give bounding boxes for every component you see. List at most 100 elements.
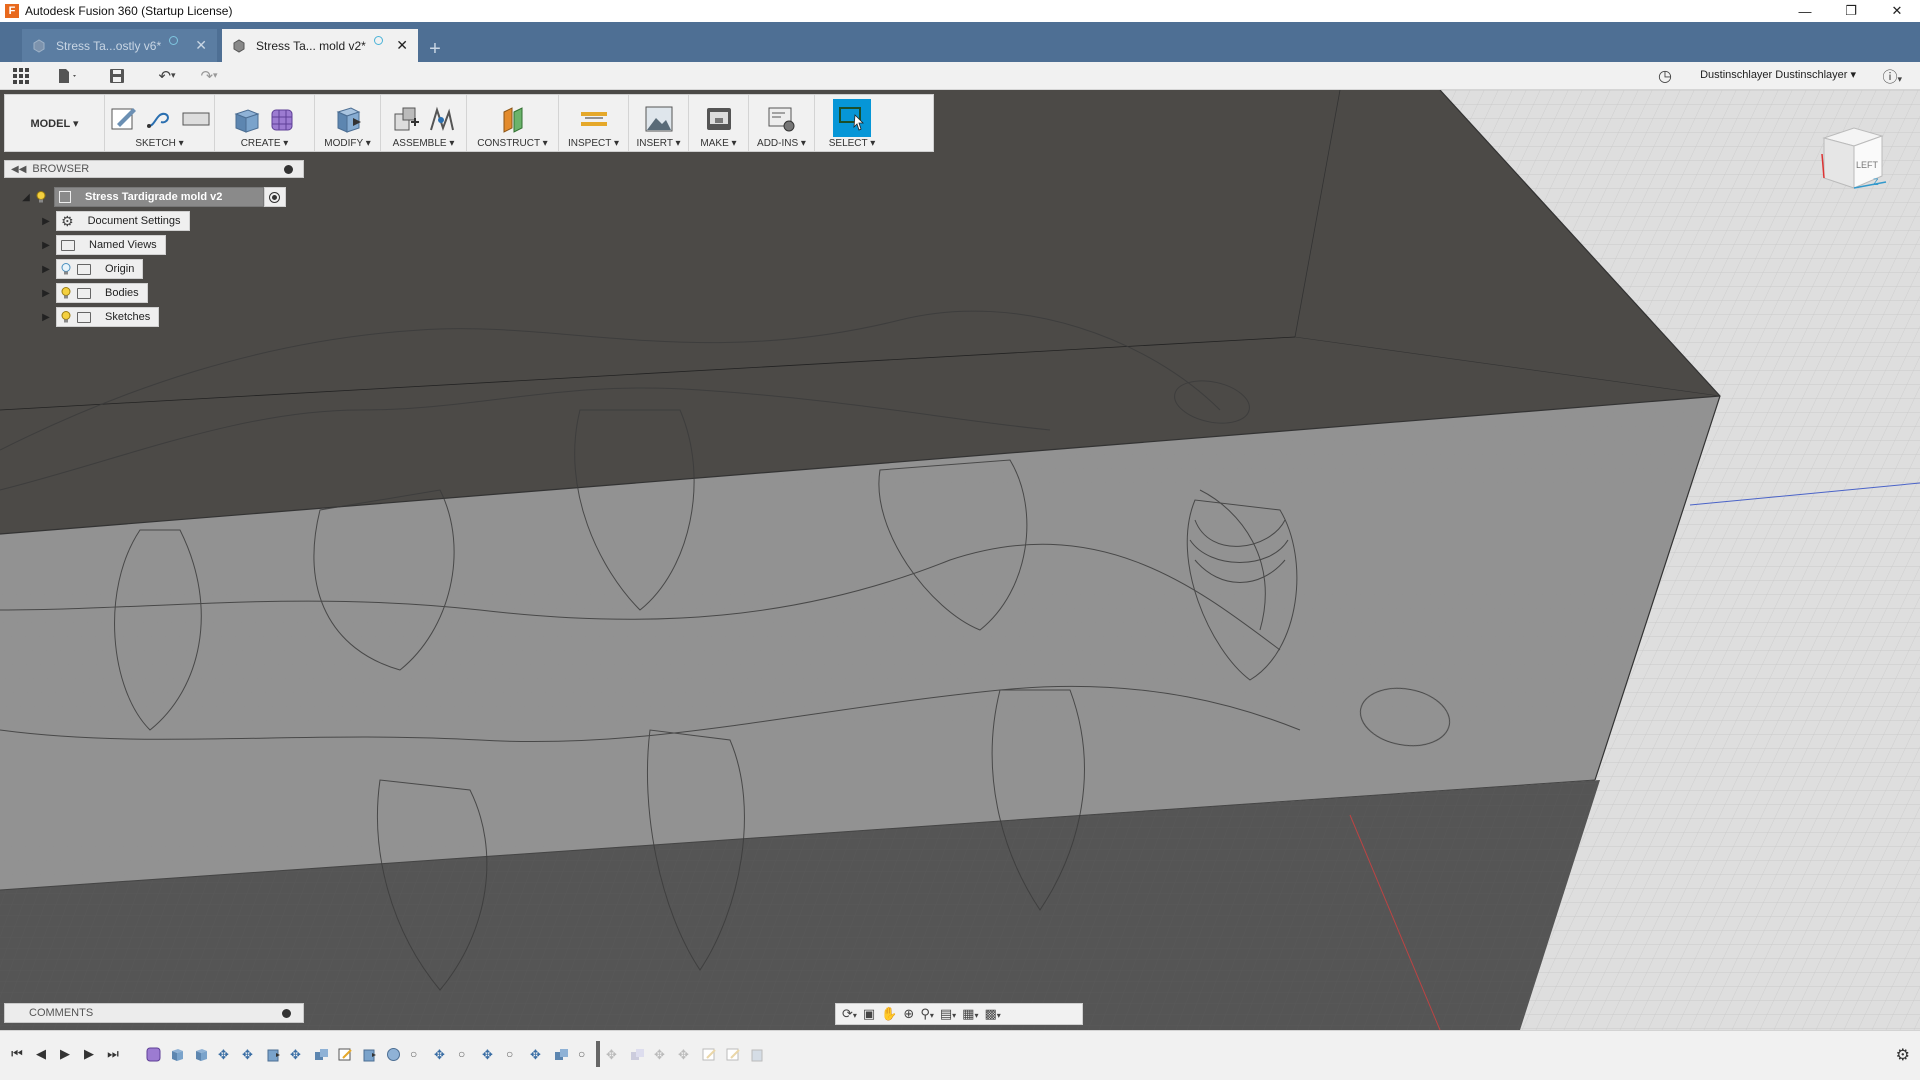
timeline-joint-feature-icon[interactable]: ○ [458,1047,473,1062]
timeline-joint-feature-icon[interactable]: ○ [578,1047,593,1062]
tab-close-icon[interactable]: ✕ [396,37,408,54]
zoom-icon[interactable]: ⊕ [903,1006,914,1022]
assemble-menu[interactable]: ASSEMBLE ▾ [393,138,455,149]
pin-icon[interactable] [282,1008,291,1018]
timeline-extrude-feature-icon[interactable] [170,1047,185,1062]
help-icon[interactable]: ⓘ▾ [1882,66,1902,87]
sketch-menu[interactable]: SKETCH ▾ [135,138,183,149]
undo-icon[interactable]: ↶ ▾ [150,65,184,87]
offset-plane-icon[interactable] [498,104,528,134]
form-icon[interactable] [268,104,298,134]
timeline-move-feature-icon[interactable]: ✥ [482,1047,497,1062]
measure-icon[interactable] [579,104,609,134]
visibility-bulb-icon[interactable] [61,311,71,323]
visibility-bulb-icon[interactable] [61,287,71,299]
select-icon[interactable] [833,99,871,137]
construct-menu[interactable]: CONSTRUCT ▾ [477,138,547,149]
inspect-menu[interactable]: INSPECT ▾ [568,138,619,149]
timeline-suppressed-move-icon[interactable]: ✥ [654,1047,669,1062]
browser-panel-header[interactable]: ◀◀ BROWSER [4,160,304,178]
create-sketch-icon[interactable] [109,104,139,134]
select-menu[interactable]: SELECT ▾ [829,138,876,149]
timeline-sphere-feature-icon[interactable] [386,1047,401,1062]
modify-menu[interactable]: MODIFY ▾ [324,138,371,149]
activate-radio-icon[interactable] [264,187,286,207]
timeline-joint-feature-icon[interactable]: ○ [410,1047,425,1062]
sketch-line-icon[interactable] [145,104,175,134]
expand-triangle-icon[interactable]: ▶ [40,240,52,251]
timeline-press-pull-feature-icon[interactable] [266,1047,281,1062]
go-to-end-icon[interactable]: ⏭ [104,1045,122,1063]
display-settings-icon[interactable]: ▤▾ [940,1006,956,1022]
joint-icon[interactable] [427,104,457,134]
timeline-suppressed-sketch-icon[interactable] [726,1047,741,1062]
3d-print-icon[interactable] [704,104,734,134]
data-panel-grid-icon[interactable] [10,65,32,87]
close-icon[interactable]: ✕ [1874,0,1920,22]
timeline-form-feature-icon[interactable] [146,1047,161,1062]
scripts-addins-icon[interactable] [767,104,797,134]
timeline-suppressed-move-icon[interactable]: ✥ [678,1047,693,1062]
pin-icon[interactable] [284,164,293,174]
workspace-switcher[interactable]: MODEL ▾ [5,95,105,151]
new-tab-button[interactable]: + [422,36,448,62]
document-tab-1[interactable]: Stress Ta...ostly v6* ✕ [22,29,217,62]
job-status-clock-icon[interactable]: ◷ [1658,66,1672,86]
minimize-icon[interactable]: — [1782,0,1828,22]
user-account-menu[interactable]: Dustinschlayer Dustinschlayer ▾ [1700,68,1856,81]
restore-icon[interactable]: ❐ [1828,0,1874,22]
comments-panel-header[interactable]: COMMENTS [4,1003,304,1023]
browser-item-sketches[interactable]: ▶ Sketches [40,307,160,327]
orbit-icon[interactable]: ⟳▾ [842,1006,857,1022]
timeline-suppressed-sketch-icon[interactable] [702,1047,717,1062]
pan-hand-icon[interactable]: ✋ [881,1006,897,1022]
expand-triangle-icon[interactable]: ▶ [40,288,52,299]
new-component-icon[interactable] [391,104,421,134]
redo-icon[interactable]: ↷ ▾ [192,65,226,87]
browser-item-named-views[interactable]: ▶ Named Views [40,235,166,255]
insert-menu[interactable]: INSERT ▾ [636,138,680,149]
browser-item-bodies[interactable]: ▶ Bodies [40,283,148,303]
timeline-move-feature-icon[interactable]: ✥ [242,1047,257,1062]
timeline-suppressed-combine-icon[interactable] [630,1047,645,1062]
insert-image-icon[interactable] [644,104,674,134]
visibility-bulb-icon[interactable] [36,191,46,203]
save-icon[interactable] [106,65,128,87]
timeline-suppressed-move-icon[interactable]: ✥ [606,1047,621,1062]
create-menu[interactable]: CREATE ▾ [241,138,289,149]
timeline-extrude-feature-icon[interactable] [194,1047,209,1062]
step-forward-icon[interactable]: ▶​ [80,1045,98,1063]
timeline-move-feature-icon[interactable]: ✥ [218,1047,233,1062]
expand-triangle-icon[interactable]: ▶ [40,264,52,275]
play-icon[interactable]: ▶ [56,1045,74,1063]
document-tab-2[interactable]: Stress Ta... mold v2* ✕ [222,29,418,62]
timeline-move-feature-icon[interactable]: ✥ [434,1047,449,1062]
browser-item-document-settings[interactable]: ▶ ⚙ Document Settings [40,211,190,231]
timeline-combine-feature-icon[interactable] [314,1047,329,1062]
view-cube[interactable]: Z LEFT [1810,118,1890,198]
collapse-double-chevron-icon[interactable]: ◀◀ [11,164,26,175]
add-ins-menu[interactable]: ADD-INS ▾ [757,138,806,149]
sketch-rectangle-icon[interactable] [181,104,211,134]
go-to-start-icon[interactable]: ⏮ [8,1045,26,1063]
press-pull-icon[interactable] [333,104,363,134]
fit-zoom-window-icon[interactable]: ⚲▾ [920,1006,934,1022]
timeline-sketch-feature-icon[interactable] [338,1047,353,1062]
tab-close-icon[interactable]: ✕ [195,37,207,54]
expand-triangle-icon[interactable]: ▶ [40,216,52,227]
canvas-viewport[interactable] [0,90,1920,1030]
browser-item-origin[interactable]: ▶ Origin [40,259,144,279]
timeline-move-feature-icon[interactable]: ✥ [530,1047,545,1062]
look-at-icon[interactable]: ▣ [863,1006,875,1022]
grid-settings-icon[interactable]: ▦▾ [962,1006,978,1022]
collapse-triangle-icon[interactable]: ◢ [20,192,32,203]
timeline-marker-handle[interactable] [596,1041,600,1067]
make-menu[interactable]: MAKE ▾ [700,138,736,149]
viewports-icon[interactable]: ▩▾ [984,1006,1000,1022]
extrude-icon[interactable] [232,104,262,134]
expand-triangle-icon[interactable]: ▶ [40,312,52,323]
timeline-joint-feature-icon[interactable]: ○ [506,1047,521,1062]
timeline-move-feature-icon[interactable]: ✥ [290,1047,305,1062]
timeline-press-pull-feature-icon[interactable] [362,1047,377,1062]
timeline-settings-gear-icon[interactable]: ⚙ [1896,1045,1910,1065]
